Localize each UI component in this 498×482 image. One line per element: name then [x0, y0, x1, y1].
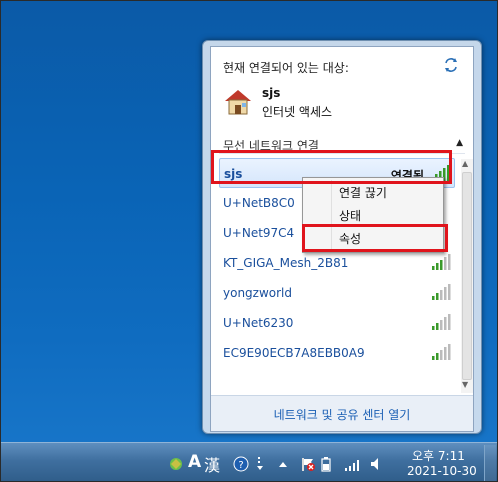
network-name: KT_GIGA_Mesh_2B81 — [223, 256, 349, 270]
signal-icon — [432, 254, 451, 270]
scrollbar-thumb[interactable] — [462, 172, 472, 380]
highlight-box-network — [211, 150, 452, 184]
open-network-center-link[interactable]: 네트워크 및 공유 센터 열기 — [274, 408, 411, 422]
ime-mode-indicator[interactable]: A — [188, 452, 201, 472]
highlight-box-properties — [302, 224, 448, 252]
hanja-indicator[interactable]: 漢 — [204, 452, 220, 475]
show-desktop-button[interactable] — [484, 445, 496, 481]
network-item[interactable]: U+Net6230 — [219, 308, 455, 338]
network-name: U+Net97C4 — [223, 226, 295, 240]
network-name: yongzworld — [223, 286, 293, 300]
signal-icon — [432, 344, 451, 360]
network-name: EC9E90ECB7A8EBB0A9 — [223, 346, 365, 360]
svg-text:?: ? — [238, 460, 243, 471]
scroll-down-icon[interactable]: ▼ — [462, 380, 468, 389]
network-center-footer: 네트워크 및 공유 센터 열기 — [211, 395, 473, 431]
clock-time[interactable]: 오후 7:11 — [412, 447, 465, 464]
flag-icon[interactable] — [300, 455, 316, 473]
refresh-icon[interactable] — [443, 57, 459, 73]
connected-network-status: 인터넷 액세스 — [262, 105, 333, 119]
collapse-caret-icon[interactable]: ▲ — [456, 138, 463, 148]
current-connection-label: 현재 연결되어 있는 대상: — [223, 61, 349, 75]
battery-icon[interactable] — [320, 455, 332, 473]
clock-date[interactable]: 2021-10-30 — [407, 464, 477, 478]
scroll-up-icon[interactable]: ▲ — [462, 159, 468, 168]
menu-item-disconnect[interactable]: 연결 끊기 — [305, 181, 441, 203]
network-name: U+Net6230 — [223, 316, 294, 330]
network-name: U+NetB8C0 — [223, 196, 295, 210]
connected-network-name: sjs — [262, 86, 281, 100]
signal-icon[interactable] — [344, 455, 362, 473]
signal-icon — [432, 284, 451, 300]
help-icon[interactable]: ? — [233, 455, 249, 473]
speaker-icon[interactable] — [370, 455, 382, 473]
taskbar: A 漢 ? 오후 7:11 2021-10-30 — [0, 442, 498, 482]
ime-options-icon[interactable] — [256, 455, 266, 473]
show-hidden-icons-icon[interactable] — [278, 455, 288, 473]
language-bar-icon[interactable] — [168, 455, 184, 473]
signal-icon — [432, 314, 451, 330]
menu-item-status[interactable]: 상태 — [305, 204, 441, 226]
house-icon — [225, 90, 251, 115]
network-item[interactable]: yongzworld — [219, 278, 455, 308]
network-item[interactable]: EC9E90ECB7A8EBB0A9 — [219, 338, 455, 368]
